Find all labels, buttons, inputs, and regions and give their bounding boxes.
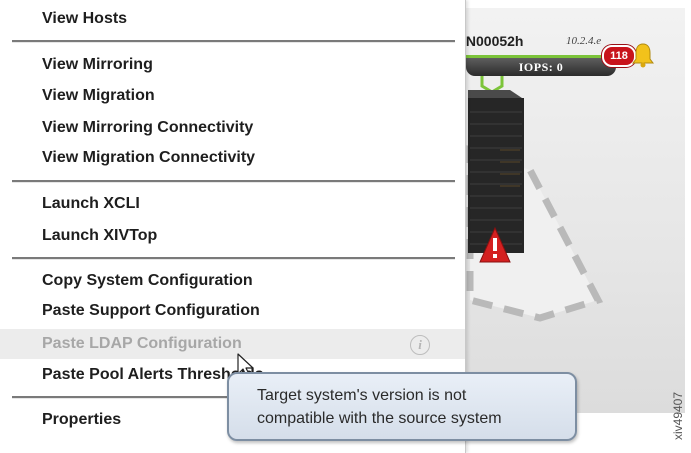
figure-id-caption: xiv49407 — [671, 391, 685, 440]
menu-item-view-hosts[interactable]: View Hosts — [0, 4, 465, 34]
menu-item-launch-xivtop[interactable]: Launch XIVTop — [0, 221, 465, 251]
alert-count-badge[interactable]: 118 — [602, 45, 636, 67]
menu-item-view-migration-connectivity[interactable]: View Migration Connectivity — [0, 143, 465, 173]
menu-item-view-migration[interactable]: View Migration — [0, 81, 465, 111]
menu-item-paste-ldap-configuration[interactable]: Paste LDAP Configuration — [0, 329, 465, 359]
menu-separator — [12, 257, 455, 260]
screenshot-stage: IOPS: 0 IN00052h 10.2.4.e 118 View Hosts… — [0, 0, 691, 453]
menu-item-paste-support-configuration[interactable]: Paste Support Configuration — [0, 296, 465, 326]
menu-item-launch-xcli[interactable]: Launch XCLI — [0, 189, 465, 219]
iops-label: IOPS: 0 — [518, 60, 564, 74]
menu-item-view-mirroring[interactable]: View Mirroring — [0, 50, 465, 80]
iops-status-bar: IOPS: 0 — [466, 55, 616, 76]
bell-icon[interactable] — [632, 42, 654, 68]
menu-item-view-mirroring-connectivity[interactable]: View Mirroring Connectivity — [0, 113, 465, 143]
rack-top — [468, 90, 522, 98]
tooltip-line-1: Target system's version is not — [257, 387, 467, 404]
menu-item-copy-system-configuration[interactable]: Copy System Configuration — [0, 266, 465, 296]
menu-separator — [12, 40, 455, 43]
system-name: IN00052h — [462, 33, 524, 49]
system-version: 10.2.4.e — [566, 35, 602, 47]
menu-separator — [12, 180, 455, 183]
tooltip-line-2: compatible with the source system — [257, 410, 502, 427]
tooltip: Target system's version is not compatibl… — [227, 372, 577, 441]
info-icon: i — [410, 335, 430, 355]
